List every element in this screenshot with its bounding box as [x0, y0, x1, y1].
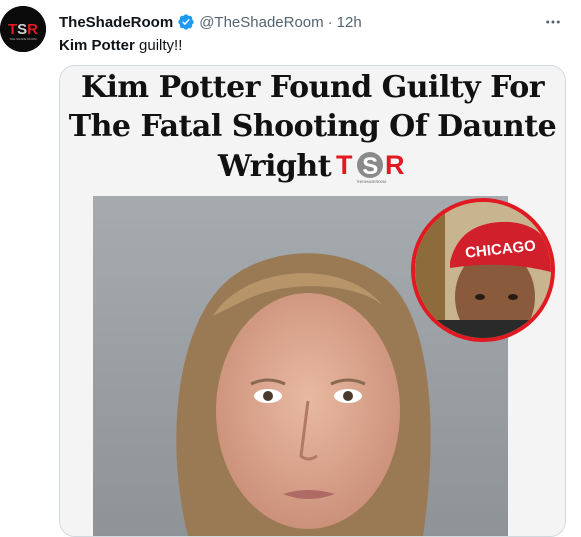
media-headline: Kim Potter Found Guilty For The Fatal Sh…	[60, 68, 565, 186]
headline-line-1: Kim Potter Found Guilty For	[80, 70, 545, 105]
tweet-header: TheShadeRoom @TheShadeRoom · 12h	[59, 12, 362, 32]
tweet-text-rest: guilty!!	[134, 37, 183, 54]
separator-dot: ·	[327, 13, 333, 31]
more-options-button[interactable]	[541, 10, 565, 34]
svg-text:THE SHADE ROOM: THE SHADE ROOM	[356, 179, 387, 184]
more-options-icon	[546, 20, 560, 24]
timestamp[interactable]: 12h	[337, 14, 362, 31]
headline-line-3: Wright	[217, 148, 332, 184]
tsr-brand-logo: T S R THE SHADE ROOM	[336, 150, 405, 184]
tweet-media[interactable]: Kim Potter Found Guilty For The Fatal Sh…	[59, 65, 566, 537]
verified-badge-icon[interactable]	[177, 13, 195, 31]
headline-line-2: The Fatal Shooting Of Daunte	[68, 109, 557, 144]
tsr-logo-icon: TSR THE SHADE ROOM	[0, 6, 46, 52]
tweet-text-bold: Kim Potter	[59, 37, 135, 54]
svg-text:R: R	[385, 150, 404, 180]
tweet-text: Kim Potter guilty!!	[59, 36, 182, 56]
svg-text:TSR: TSR	[8, 21, 38, 38]
svg-text:THE SHADE ROOM: THE SHADE ROOM	[9, 37, 37, 41]
svg-text:T: T	[336, 150, 353, 180]
svg-text:S: S	[362, 153, 378, 180]
avatar[interactable]: TSR THE SHADE ROOM	[0, 6, 46, 52]
inset-photo: CHICAGO	[411, 198, 555, 342]
media-image[interactable]: Kim Potter Found Guilty For The Fatal Sh…	[60, 66, 565, 536]
handle[interactable]: @TheShadeRoom	[199, 14, 323, 31]
display-name[interactable]: TheShadeRoom	[59, 14, 173, 31]
